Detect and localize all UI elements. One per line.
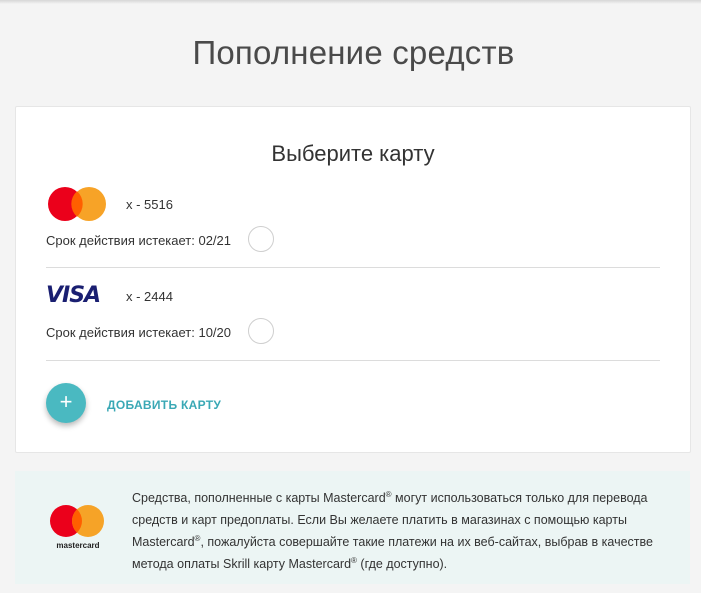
add-card-label[interactable]: ДОБАВИТЬ КАРТУ: [107, 398, 221, 412]
mastercard-info-text: Средства, пополненные с карты Mastercard…: [132, 487, 684, 575]
mastercard-circles-icon: [50, 505, 104, 537]
card-row-mastercard[interactable]: x - 5516 Срок действия истекает: 02/21: [46, 181, 660, 268]
page-title: Пополнение средств: [192, 34, 515, 71]
card-expiry: Срок действия истекает: 10/20: [46, 325, 232, 340]
visa-logo-icon: VISA: [46, 283, 101, 308]
card-select-radio[interactable]: [248, 226, 274, 252]
card-number: x - 5516: [126, 197, 173, 212]
mastercard-info-logo: mastercard: [48, 503, 108, 551]
add-card-button[interactable]: +: [46, 383, 86, 423]
card-expiry: Срок действия истекает: 02/21: [46, 233, 232, 248]
panel-title: Выберите карту: [271, 141, 435, 166]
card-row-visa[interactable]: VISA x - 2444 Срок действия истекает: 10…: [46, 275, 660, 361]
mastercard-logo-icon: [48, 187, 106, 221]
info-text-part: (где доступно).: [356, 557, 448, 571]
card-selection-panel: Выберите карту x - 5516 Срок действия ис…: [15, 106, 691, 453]
card-number: x - 2444: [126, 289, 173, 304]
info-text-part: Средства, пополненные с карты Mastercard: [132, 491, 386, 505]
mastercard-info-box: mastercard Средства, пополненные с карты…: [15, 471, 690, 584]
top-shadow: [0, 0, 701, 4]
mastercard-wordmark: mastercard: [56, 541, 100, 550]
card-select-radio[interactable]: [248, 318, 274, 344]
